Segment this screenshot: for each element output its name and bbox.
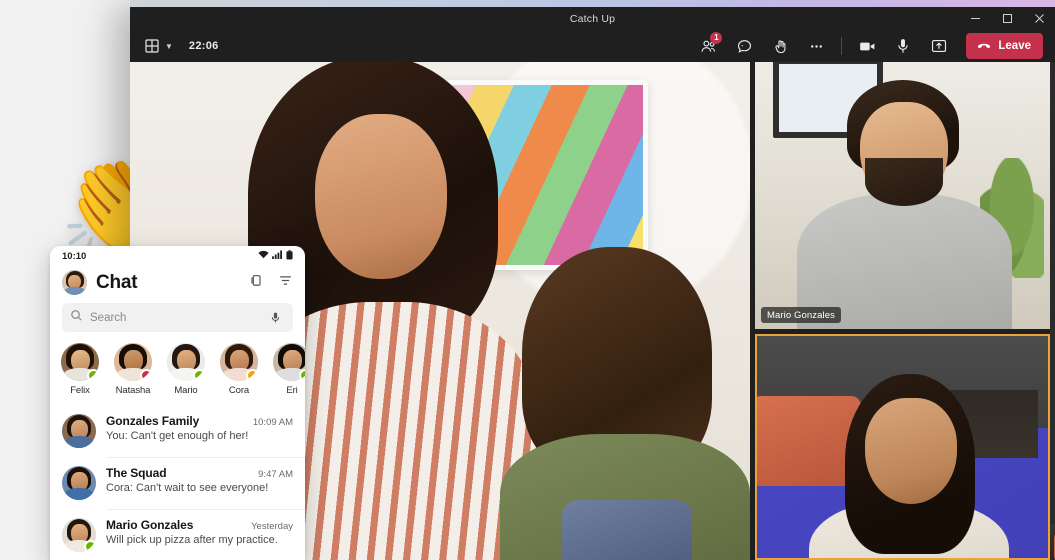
person-chip[interactable]: Mario — [166, 343, 206, 396]
presence-badge-busy — [140, 369, 152, 381]
toolbar-divider — [841, 37, 843, 55]
person-chip[interactable]: Felix — [60, 343, 100, 396]
meeting-timer: 22:06 — [188, 40, 219, 52]
status-time: 10:10 — [62, 250, 87, 262]
search-input[interactable]: Search — [62, 303, 293, 332]
avatar — [220, 343, 258, 381]
presence-badge-available — [87, 369, 99, 381]
participant-rail: Eric Solomon Xia Yuan — [1050, 62, 1055, 560]
chat-timestamp: 10:09 AM — [252, 417, 293, 428]
person-chip[interactable]: Eri — [272, 343, 305, 396]
participant-xia-yuan[interactable]: Xia Yuan — [1050, 232, 1055, 324]
screenshot-stage: 👏 Catch Up ▼ 22:06 1 Leave Mario Gonzale… — [0, 0, 1055, 560]
chat-name: Mario Gonzales — [106, 518, 194, 532]
chat-list-item[interactable]: The Squad 9:47 AM Cora: Can't wait to see … — [50, 457, 305, 509]
status-icons — [258, 249, 293, 263]
microphone-icon[interactable] — [888, 31, 918, 61]
chat-preview: Will pick up pizza after my practice. — [106, 534, 278, 546]
microphone-icon[interactable] — [265, 308, 285, 328]
more-options-icon[interactable] — [801, 31, 831, 61]
toolbar-right-group: 1 Leave — [690, 31, 1055, 61]
person-name: Mario — [174, 385, 198, 396]
leave-button[interactable]: Leave — [966, 33, 1043, 59]
hangup-icon — [976, 38, 992, 54]
phone-header-actions — [249, 273, 293, 293]
window-controls — [959, 7, 1055, 30]
share-screen-icon[interactable] — [924, 31, 954, 61]
avatar — [62, 414, 96, 448]
people-icon[interactable]: 1 — [693, 31, 723, 61]
phone-header: Chat — [50, 266, 305, 303]
person-chip[interactable]: Natasha — [113, 343, 153, 396]
phone-status-bar: 10:10 — [50, 246, 305, 266]
chat-preview: You: Can't get enough of her! — [106, 430, 249, 442]
chevron-down-icon[interactable]: ▼ — [165, 42, 173, 51]
participant-eric-solomon[interactable]: Eric Solomon — [1050, 84, 1055, 164]
person-name: Felix — [70, 385, 90, 396]
chat-icon[interactable] — [729, 31, 759, 61]
window-accent-gradient — [130, 0, 1055, 7]
battery-icon — [286, 249, 293, 263]
close-icon[interactable] — [1023, 7, 1055, 30]
user-avatar[interactable] — [62, 270, 87, 295]
chat-list-item[interactable]: Gonzales Family 10:09 AM You: Can't get en… — [50, 405, 305, 457]
toolbar-left-group: ▼ 22:06 — [130, 38, 219, 54]
people-strip[interactable]: Felix Natasha Mario Cora Eri — [50, 332, 305, 401]
chat-name: Gonzales Family — [106, 414, 200, 428]
participant-name: Felix Henderson — [1050, 441, 1055, 452]
page-title: Chat — [96, 271, 138, 293]
leave-label: Leave — [998, 40, 1031, 52]
video-feed-mario — [755, 62, 1050, 329]
avatar — [273, 343, 305, 381]
avatar — [62, 518, 96, 552]
raise-hand-icon[interactable] — [765, 31, 795, 61]
person-name: Cora — [228, 385, 250, 396]
presence-badge-available — [193, 369, 205, 381]
people-badge: 1 — [710, 32, 723, 44]
person-chip[interactable]: Cora — [219, 343, 259, 396]
grid-layout-icon[interactable] — [144, 38, 160, 54]
video-tile-spotlight[interactable] — [755, 334, 1050, 560]
minimize-icon[interactable] — [959, 7, 991, 30]
chat-timestamp: Yesterday — [251, 521, 293, 532]
window-titlebar: Catch Up — [130, 7, 1055, 30]
wifi-icon — [258, 250, 269, 262]
camera-icon[interactable] — [852, 31, 882, 61]
video-feed-spotlight — [757, 336, 1048, 558]
roster-video-thumbnail[interactable] — [1050, 524, 1055, 560]
window-title: Catch Up — [569, 12, 616, 25]
presence-badge-away — [246, 369, 258, 381]
participant-name: Eric Solomon — [1050, 153, 1055, 164]
chat-name: The Squad — [106, 466, 167, 480]
presence-badge-available — [299, 369, 305, 381]
mobile-chat-panel: 10:10 Chat Search Felix Natasha Mario Co… — [50, 246, 305, 560]
meeting-toolbar: ▼ 22:06 1 Leave — [130, 30, 1055, 62]
search-placeholder: Search — [90, 311, 127, 324]
signal-icon — [272, 250, 283, 262]
avatar — [114, 343, 152, 381]
avatar — [61, 343, 99, 381]
avatar — [62, 466, 96, 500]
chat-timestamp: 9:47 AM — [258, 469, 293, 480]
video-tile-mario-gonzales[interactable]: Mario Gonzales — [755, 62, 1050, 329]
video-tile-name-label: Mario Gonzales — [761, 307, 841, 323]
new-chat-icon[interactable] — [249, 273, 264, 293]
presence-badge-available — [84, 540, 96, 552]
avatar — [167, 343, 205, 381]
participant-name: Xia Yuan — [1050, 313, 1055, 324]
filter-icon[interactable] — [278, 273, 293, 293]
person-name: Eri — [286, 385, 298, 396]
person-name: Natasha — [115, 385, 151, 396]
search-icon — [70, 309, 83, 327]
maximize-icon[interactable] — [991, 7, 1023, 30]
participant-felix-henderson[interactable]: Felix Henderson — [1050, 372, 1055, 452]
chat-preview: Cora: Can't wait to see everyone! — [106, 482, 269, 494]
chat-list-item[interactable]: Mario Gonzales Yesterday Will pick up pizz… — [50, 509, 305, 560]
chat-list: Gonzales Family 10:09 AM You: Can't get en… — [50, 405, 305, 560]
